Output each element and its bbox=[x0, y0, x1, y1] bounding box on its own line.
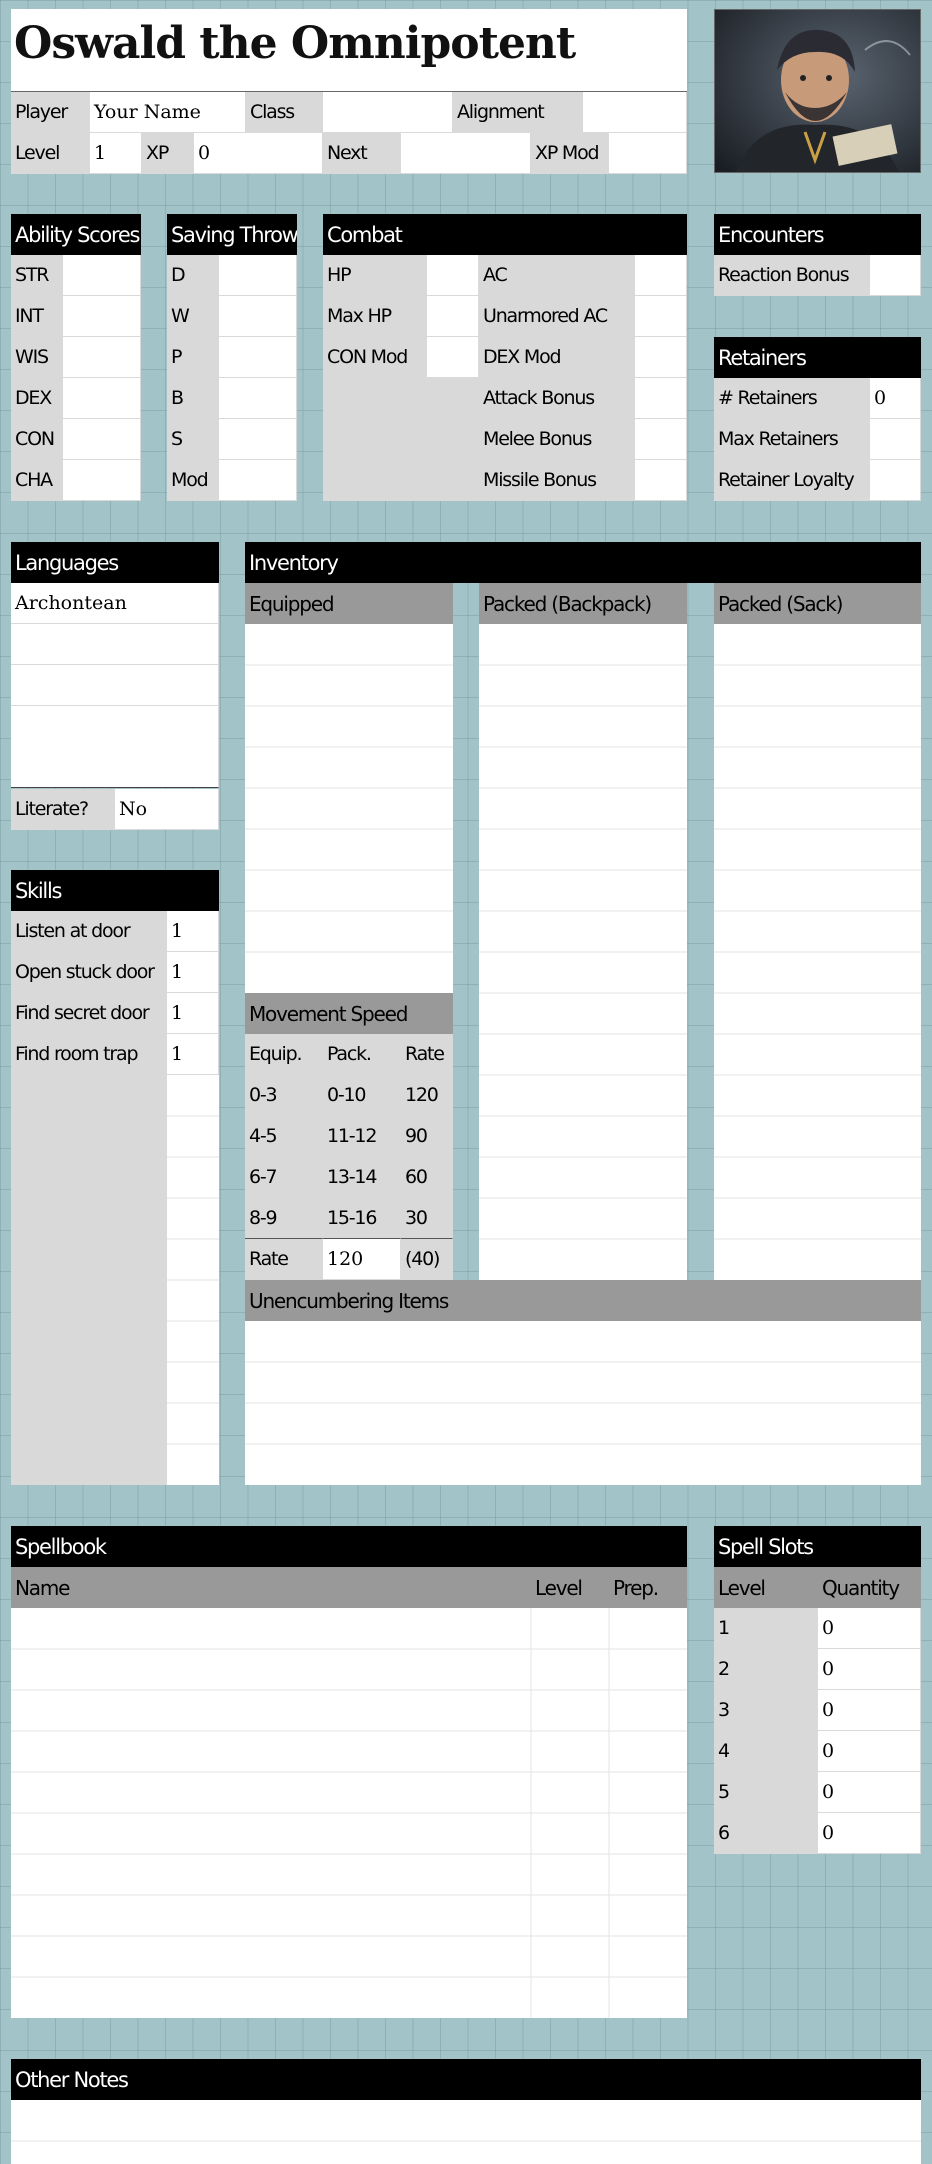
sheet-gridlines bbox=[11, 664, 921, 2142]
